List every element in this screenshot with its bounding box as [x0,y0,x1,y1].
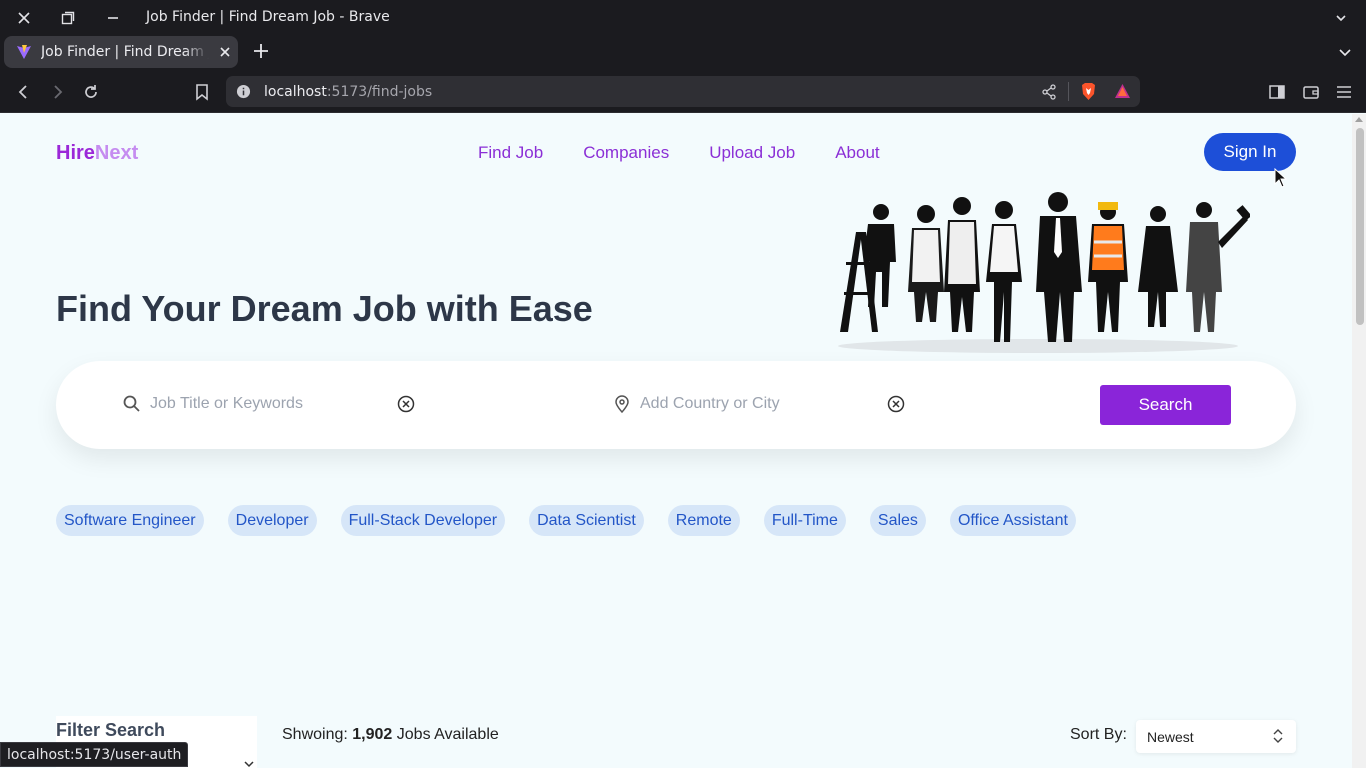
page-scrollbar[interactable] [1352,114,1366,768]
nav-upload-job[interactable]: Upload Job [709,143,795,163]
nav-about[interactable]: About [835,143,879,163]
location-search-input[interactable] [640,391,880,417]
location-search-field [612,391,922,417]
workers-silhouette-illustration [838,192,1250,353]
main-menu-icon[interactable] [1334,82,1354,102]
sidebar-toggle-icon[interactable] [1267,82,1287,102]
results-number: 1,902 [352,726,393,743]
sort-value: Newest [1147,729,1194,745]
status-url-bubble: localhost:5173/user-auth [0,742,189,767]
hero-title: Find Your Dream Job with Ease [56,288,593,329]
nav-companies[interactable]: Companies [583,143,669,163]
filter-title: Filter Search [56,720,166,740]
close-tab-icon[interactable] [218,45,232,59]
clear-location-icon[interactable] [887,395,905,413]
sort-label: Sort By: [1070,726,1127,743]
url-path: :5173/find-jobs [326,84,433,100]
window-title: Job Finder | Find Dream Job - Brave [146,9,390,25]
tag-chip[interactable]: Software Engineer [56,505,204,536]
job-search-box: Search [56,361,1296,449]
search-icon [123,395,140,412]
scrollbar-thumb[interactable] [1356,128,1364,325]
mouse-cursor-icon [1274,168,1288,188]
tab-active[interactable]: Job Finder | Find Dream Job [4,36,238,68]
omnibox-divider [1068,82,1069,101]
brave-rewards-icon[interactable] [1114,83,1131,99]
chevron-down-icon[interactable] [244,760,254,768]
search-button[interactable]: Search [1100,385,1231,425]
brave-shields-icon[interactable] [1080,82,1097,101]
sort-select[interactable]: Newest [1136,720,1296,753]
bookmark-icon[interactable] [192,82,212,102]
url-host: localhost [264,84,327,100]
nav-find-job[interactable]: Find Job [478,143,543,163]
results-suffix: Jobs Available [396,726,499,743]
keyword-search-input[interactable] [150,391,390,417]
wallet-icon[interactable] [1301,82,1321,102]
tag-chip[interactable]: Data Scientist [529,505,644,536]
tab-title: Job Finder | Find Dream Job [41,44,209,60]
window-titlebar: Job Finder | Find Dream Job - Brave [0,0,1366,34]
minimize-window-icon[interactable] [102,7,124,29]
main-nav: Find Job Companies Upload Job About [478,143,880,163]
new-tab-icon[interactable] [252,42,270,60]
page-viewport: HireNext Find Job Companies Upload Job A… [0,114,1352,768]
map-pin-icon [615,395,629,414]
vite-favicon-icon [17,45,31,59]
restore-window-icon[interactable] [57,7,79,29]
sign-in-button[interactable]: Sign In [1204,133,1296,171]
keyword-search-field [122,391,432,417]
tag-chip[interactable]: Full-Stack Developer [340,505,506,536]
tag-chip[interactable]: Sales [869,505,926,536]
scroll-up-arrow-icon[interactable] [1355,117,1363,122]
results-count: Shwoing: 1,902 Jobs Available [282,726,499,744]
tab-list-chevron-icon[interactable] [1338,45,1352,59]
results-prefix: Shwoing: [282,726,348,743]
reload-icon[interactable] [81,82,101,102]
share-icon[interactable] [1041,84,1057,100]
popular-tags: Software Engineer Developer Full-Stack D… [56,505,1076,536]
window-menu-chevron-icon[interactable] [1330,7,1352,29]
address-toolbar: localhost:5173/find-jobs [0,70,1366,113]
forward-icon[interactable] [47,82,67,102]
site-logo[interactable]: HireNext [56,142,138,165]
address-bar[interactable]: localhost:5173/find-jobs [226,76,1140,107]
tag-chip[interactable]: Developer [227,505,317,536]
tag-chip[interactable]: Remote [667,505,740,536]
logo-text-next: Next [94,142,139,164]
clear-keyword-icon[interactable] [397,395,415,413]
back-icon[interactable] [14,82,34,102]
tab-strip: Job Finder | Find Dream Job [0,34,1366,70]
url-text[interactable]: localhost:5173/find-jobs [264,84,432,100]
site-info-icon[interactable] [236,84,251,99]
tag-chip[interactable]: Office Assistant [949,505,1076,536]
logo-text-hire: Hire [56,142,95,164]
close-window-icon[interactable] [13,7,35,29]
tag-chip[interactable]: Full-Time [763,505,846,536]
select-arrows-icon [1273,729,1283,743]
